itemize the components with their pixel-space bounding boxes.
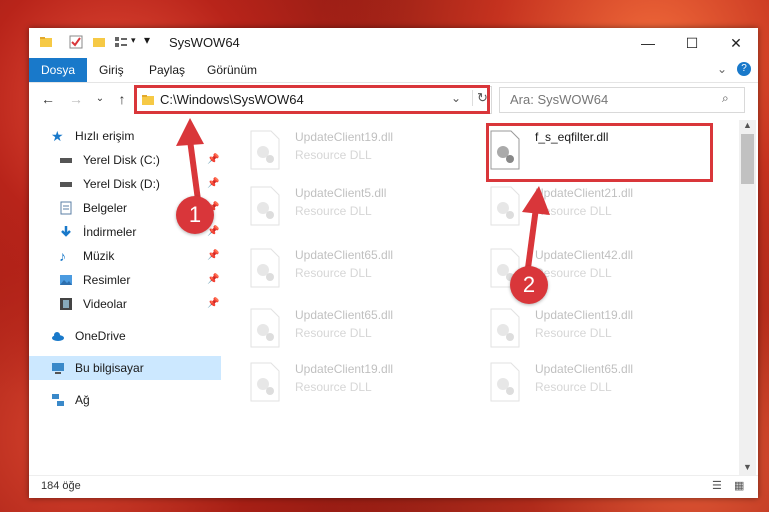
back-arrow-icon[interactable]: ← bbox=[39, 90, 57, 108]
dll-file-icon bbox=[250, 248, 280, 288]
scroll-down-icon[interactable]: ▼ bbox=[743, 462, 752, 472]
properties-icon[interactable] bbox=[69, 35, 83, 49]
file-item[interactable]: UpdateClient21.dll Resource DLL bbox=[489, 182, 719, 230]
nav-onedrive[interactable]: OneDrive bbox=[29, 324, 221, 348]
search-placeholder: Ara: SysWOW64 bbox=[510, 92, 609, 107]
nav-network[interactable]: Ağ bbox=[29, 388, 221, 412]
tab-share[interactable]: Paylaş bbox=[137, 58, 197, 82]
large-icons-view-icon[interactable]: ▦ bbox=[734, 479, 744, 492]
dll-file-icon bbox=[250, 186, 280, 226]
expand-ribbon-icon[interactable]: ⌄ bbox=[717, 62, 727, 76]
view-icon[interactable] bbox=[114, 35, 128, 49]
cloud-icon bbox=[52, 332, 64, 341]
forward-arrow-icon[interactable]: → bbox=[67, 90, 85, 108]
nav-music[interactable]: ♪ Müzik 📌 bbox=[29, 244, 221, 268]
window-title: SysWOW64 bbox=[169, 35, 240, 50]
navigation-pane: ★ Hızlı erişim Yerel Disk (C:) 📌 Yerel Di… bbox=[29, 120, 225, 475]
drive-icon bbox=[60, 182, 72, 187]
step-badge-1: 1 bbox=[176, 196, 214, 234]
highlight-target-file bbox=[486, 123, 713, 182]
tab-view[interactable]: Görünüm bbox=[195, 58, 269, 82]
network-icon bbox=[52, 394, 64, 406]
computer-icon bbox=[52, 363, 64, 374]
dll-file-icon bbox=[250, 308, 280, 348]
chevron-down-icon[interactable]: ▾ bbox=[144, 33, 150, 47]
tab-file[interactable]: Dosya bbox=[29, 58, 88, 82]
dll-file-icon bbox=[250, 130, 280, 170]
recent-locations-icon[interactable]: ⌄ bbox=[91, 90, 109, 108]
minimize-button[interactable]: — bbox=[626, 28, 670, 58]
nav-pictures[interactable]: Resimler 📌 bbox=[29, 268, 221, 292]
dll-file-icon bbox=[490, 362, 520, 402]
status-bar: 184 öğe ☰ ▦ bbox=[29, 475, 758, 499]
scroll-up-icon[interactable]: ▲ bbox=[743, 120, 752, 130]
details-view-icon[interactable]: ☰ bbox=[712, 479, 722, 492]
pictures-icon bbox=[60, 275, 72, 285]
file-item[interactable]: UpdateClient65.dll Resource DLL bbox=[489, 358, 719, 406]
new-folder-icon[interactable] bbox=[92, 35, 106, 49]
tab-home[interactable]: Giriş bbox=[87, 58, 136, 82]
dll-file-icon bbox=[250, 362, 280, 402]
music-note-icon: ♪ bbox=[59, 248, 66, 264]
vertical-scrollbar[interactable]: ▲ ▼ bbox=[739, 120, 756, 475]
film-icon bbox=[60, 298, 72, 310]
nav-this-pc[interactable]: Bu bilgisayar bbox=[29, 356, 221, 380]
ribbon-tabs: Dosya Giriş Paylaş Görünüm ⌄ ? bbox=[29, 58, 758, 83]
search-icon[interactable]: ⌕ bbox=[722, 91, 729, 106]
close-button[interactable]: ✕ bbox=[714, 28, 758, 58]
drive-icon bbox=[60, 158, 72, 163]
document-icon bbox=[60, 201, 72, 215]
file-item[interactable]: UpdateClient65.dll Resource DLL bbox=[249, 244, 479, 292]
file-item[interactable]: UpdateClient5.dll Resource DLL bbox=[249, 182, 479, 230]
step-badge-2: 2 bbox=[510, 266, 548, 304]
scrollbar-thumb[interactable] bbox=[741, 134, 754, 184]
help-icon[interactable]: ? bbox=[737, 62, 751, 76]
dll-file-icon bbox=[490, 308, 520, 348]
item-count: 184 öğe bbox=[41, 480, 81, 492]
up-arrow-icon[interactable]: ↑ bbox=[113, 90, 131, 108]
pin-icon[interactable]: 📌 bbox=[207, 172, 219, 196]
pin-icon[interactable]: 📌 bbox=[207, 244, 219, 268]
maximize-button[interactable]: ☐ bbox=[670, 28, 714, 58]
nav-local-disk-c[interactable]: Yerel Disk (C:) 📌 bbox=[29, 148, 221, 172]
dll-file-icon bbox=[490, 186, 520, 226]
file-item[interactable]: UpdateClient19.dll Resource DLL bbox=[249, 358, 479, 406]
search-input[interactable]: Ara: SysWOW64 ⌕ bbox=[499, 87, 745, 113]
star-icon: ★ bbox=[51, 128, 64, 144]
file-item[interactable]: UpdateClient65.dll Resource DLL bbox=[249, 304, 479, 352]
pin-icon[interactable]: 📌 bbox=[207, 148, 219, 172]
file-item[interactable]: UpdateClient19.dll Resource DLL bbox=[489, 304, 719, 352]
title-bar: ▾ ▾ SysWOW64 — ☐ ✕ bbox=[29, 28, 758, 58]
file-item[interactable]: UpdateClient19.dll Resource DLL bbox=[249, 126, 479, 174]
nav-videos[interactable]: Videolar 📌 bbox=[29, 292, 221, 316]
nav-local-disk-d[interactable]: Yerel Disk (D:) 📌 bbox=[29, 172, 221, 196]
highlight-address-bar bbox=[134, 85, 490, 114]
pin-icon[interactable]: 📌 bbox=[207, 292, 219, 316]
download-arrow-icon bbox=[61, 226, 71, 237]
nav-quick-access[interactable]: ★ Hızlı erişim bbox=[29, 124, 221, 148]
customize-toolbar-icon[interactable]: ▾ bbox=[131, 35, 136, 46]
pin-icon[interactable]: 📌 bbox=[207, 268, 219, 292]
folder-icon bbox=[40, 37, 52, 47]
